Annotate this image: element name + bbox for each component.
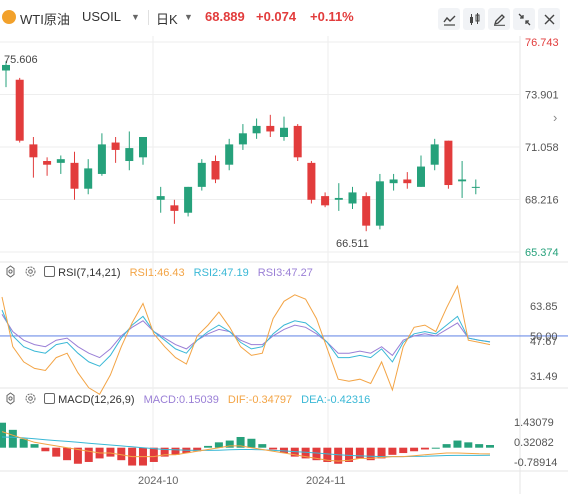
candle-body [458, 179, 467, 182]
candle-body [321, 196, 330, 206]
rsi3-value: RSI3:47.27 [257, 267, 313, 279]
rsi1-line [1, 284, 491, 395]
rsi-title: RSI(7,14,21) [58, 267, 121, 279]
candle-body [125, 148, 134, 162]
candle-body [348, 192, 357, 204]
macd-tick-label: -0.78914 [514, 457, 557, 469]
candle-body [184, 186, 193, 213]
candle-body [139, 136, 147, 158]
candle-body [280, 127, 288, 137]
macd-histogram-bar [8, 429, 17, 448]
macd-histogram-bar [431, 447, 440, 449]
x-tick-label: 2024-11 [306, 475, 346, 487]
candle-body [211, 161, 220, 180]
macd-histogram-bar [52, 447, 61, 457]
macd-histogram-bar [388, 447, 397, 455]
macd-tick-label: 1.43079 [514, 417, 554, 429]
macd-histogram-bar [475, 444, 484, 448]
candle-body [43, 161, 52, 165]
macd-histogram-bar [30, 444, 39, 448]
macd-histogram-bar [41, 447, 50, 452]
dif-value: DIF:-0.34797 [227, 394, 293, 406]
candle-body [97, 144, 106, 174]
macd-histogram-bar [171, 447, 180, 455]
candle-body [293, 125, 302, 158]
macd-histogram-bar [204, 445, 213, 448]
macd-histogram-bar [63, 447, 72, 461]
macd-histogram-bar [106, 447, 115, 457]
candle-body [334, 197, 343, 200]
macd-histogram-bar [453, 440, 462, 448]
macd-histogram-bar [399, 447, 408, 454]
price-tick-label: 76.743 [525, 37, 559, 49]
candle-body [238, 133, 247, 145]
macd-histogram-bar [247, 438, 256, 448]
price-tick-label: 73.901 [525, 89, 559, 101]
gear-icon[interactable] [24, 392, 37, 405]
candle-body [15, 79, 24, 141]
scroll-right-icon[interactable]: › [553, 110, 557, 125]
price-tick-label: 65.374 [525, 247, 559, 259]
candle-body [266, 125, 275, 132]
gear-icon[interactable] [24, 265, 37, 278]
candle-body [307, 162, 316, 200]
macd-histogram-bar [269, 447, 278, 450]
candle-body [84, 168, 93, 189]
macd-histogram-bar [410, 447, 419, 452]
dea-value: DEA:-0.42316 [301, 394, 371, 406]
candle-body [375, 181, 384, 226]
candle-body [225, 144, 234, 165]
macd-title: MACD(12,26,9) [58, 394, 135, 406]
macd-tick-label: 0.32082 [514, 437, 554, 449]
macd-histogram-bar [442, 444, 451, 448]
rsi2-line [1, 309, 491, 367]
checkbox-icon[interactable] [44, 266, 56, 277]
candle-body [417, 166, 425, 187]
candle-body [111, 142, 120, 150]
macd-legend: MACD(12,26,9) MACD:0.15039 DIF:-0.34797 … [4, 392, 370, 406]
rsi2-value: RSI2:47.19 [193, 267, 249, 279]
price-tick-label: 71.058 [525, 142, 559, 154]
candle-body [56, 159, 65, 163]
macd-histogram-bar [149, 447, 158, 462]
high-price-label: 75.606 [4, 54, 38, 66]
candle-body [471, 186, 480, 188]
rsi-tick-label: 47.67 [530, 336, 558, 348]
candle-body [29, 144, 38, 158]
macd-histogram-bar [355, 447, 364, 459]
macd-value: MACD:0.15039 [143, 394, 219, 406]
macd-histogram-bar [464, 442, 473, 448]
candle-body [444, 140, 453, 186]
x-tick-label: 2024-10 [138, 475, 178, 487]
price-tick-label: 68.216 [525, 195, 559, 207]
rsi-legend: RSI(7,14,21) RSI1:46.43 RSI2:47.19 RSI3:… [4, 265, 313, 279]
checkbox-icon[interactable] [44, 393, 56, 404]
candle-body [389, 179, 398, 184]
macd-histogram-bar [0, 422, 6, 448]
macd-histogram-bar [258, 444, 267, 448]
macd-histogram-bar [486, 445, 494, 448]
rsi-tick-label: 63.85 [530, 301, 558, 313]
low-price-label: 66.511 [336, 238, 369, 250]
eye-icon[interactable] [4, 265, 17, 278]
eye-icon[interactable] [4, 392, 17, 405]
candle-body [197, 162, 206, 187]
candle-body [70, 162, 79, 189]
candle-body [403, 179, 412, 184]
candle-body [252, 125, 261, 134]
candle-body [430, 144, 439, 165]
chart-canvas[interactable]: 76.743 73.901 71.058 68.216 65.374 75.606 66.5… [0, 0, 568, 494]
candle-body [170, 205, 179, 211]
candle-body [156, 196, 165, 200]
macd-histogram-bar [420, 447, 429, 450]
rsi1-value: RSI1:46.43 [129, 267, 185, 279]
rsi-tick-label: 31.49 [530, 371, 558, 383]
candle-body [362, 196, 371, 226]
macd-histogram-bar [84, 447, 93, 462]
